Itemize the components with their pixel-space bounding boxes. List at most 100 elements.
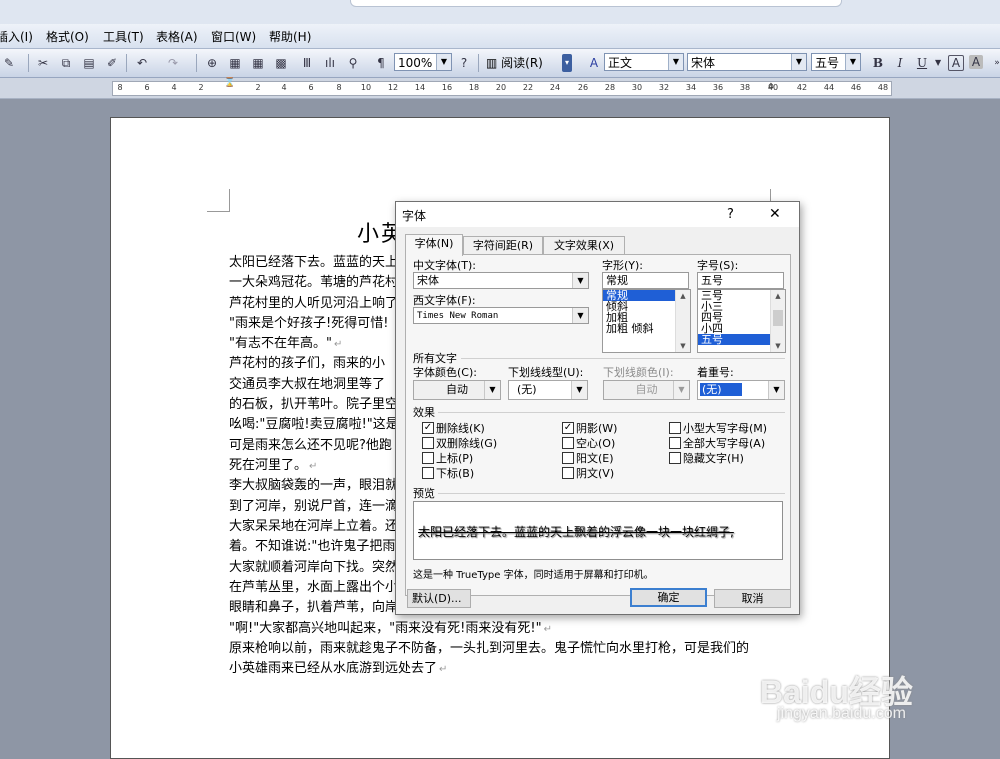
menu-tools[interactable]: 工具(T)	[103, 28, 144, 45]
baidu-watermark-url: jingyan.baidu.com	[777, 705, 906, 722]
columns-icon[interactable]: Ⅲ	[298, 54, 316, 72]
help-icon[interactable]: ?	[455, 54, 473, 72]
scroll-thumb[interactable]	[773, 310, 783, 326]
redo-icon[interactable]: ↷	[164, 54, 182, 72]
engrave-checkbox[interactable]	[562, 467, 574, 479]
underline-style-select[interactable]: (无) ▼	[508, 380, 588, 400]
undo-icon[interactable]: ↶	[133, 54, 151, 72]
west-font-select[interactable]: Times New Roman ▼	[413, 307, 589, 324]
ruler-tick-label: 42	[796, 83, 808, 92]
default-button[interactable]: 默认(D)...	[407, 589, 471, 608]
insert-excel-icon[interactable]: ▩	[272, 54, 290, 72]
horizontal-ruler[interactable]: 8 6 4 2 2 4 6 8 10 12 14 16 18 20 22 24 26 28 30 32 34 36 38 40…	[0, 78, 1000, 99]
subscript-checkbox[interactable]	[422, 467, 434, 479]
ruler-tick-label: 28	[604, 83, 616, 92]
ruler-tick-label: 44	[823, 83, 835, 92]
engrave-label: 阴文(V)	[576, 467, 615, 480]
chevron-down-icon: ▼	[484, 381, 500, 399]
ruler-tick-label: 12	[387, 83, 399, 92]
ruler-tick-label: 2	[255, 83, 261, 92]
size-list-scrollbar[interactable]: ▲ ▼	[770, 290, 785, 352]
cn-font-select[interactable]: 宋体 ▼	[413, 272, 589, 289]
styles-formatting-icon[interactable]: A	[585, 54, 603, 72]
doc-line: 一大朵鸡冠花。苇塘的芦花村	[229, 275, 399, 290]
shadow-checkbox[interactable]: ✓	[562, 422, 574, 434]
toolbar-options-icon[interactable]: ▾	[562, 54, 572, 72]
style-select[interactable]: 正文 ▼	[604, 53, 684, 71]
char-shading-button[interactable]: A	[969, 55, 983, 69]
emboss-checkbox[interactable]	[562, 452, 574, 464]
tab-char-spacing[interactable]: 字符间距(R)	[463, 236, 543, 255]
tables-borders-icon[interactable]: ▦	[226, 54, 244, 72]
cut-icon[interactable]: ✂	[34, 54, 52, 72]
ruler-tick-label: 2	[198, 83, 204, 92]
draw-icon[interactable]: ✎	[0, 54, 18, 72]
outline-checkbox[interactable]	[562, 437, 574, 449]
chevron-down-icon: ▼	[668, 54, 683, 70]
ruler-tick-label: 18	[468, 83, 480, 92]
tab-text-effects[interactable]: 文字效果(X)	[543, 236, 625, 255]
scroll-down-icon[interactable]: ▼	[676, 340, 690, 352]
strikethrough-checkbox[interactable]: ✓	[422, 422, 434, 434]
font-color-select[interactable]: 自动 ▼	[413, 380, 501, 400]
font-select[interactable]: 宋体 ▼	[687, 53, 807, 71]
size-input[interactable]: 五号	[697, 272, 784, 289]
hyperlink-icon[interactable]: ⊕	[203, 54, 221, 72]
font-dialog: 字体 ? ✕ 字体(N) 字符间距(R) 文字效果(X) 中文字体(T): 宋体…	[395, 201, 800, 615]
help-button[interactable]: ?	[727, 207, 734, 222]
zoom-select[interactable]: 100% ▼	[394, 53, 452, 71]
chevron-down-icon: ▼	[571, 381, 587, 399]
ruler-tick-label: 10	[360, 83, 372, 92]
style-list-scrollbar[interactable]: ▲ ▼	[675, 290, 690, 352]
show-hide-icon[interactable]: ¶	[372, 54, 390, 72]
ruler-tick-label: 24	[549, 83, 561, 92]
underline-button[interactable]: U	[913, 54, 931, 72]
scroll-up-icon[interactable]: ▲	[676, 290, 690, 302]
all-caps-checkbox[interactable]	[669, 437, 681, 449]
paragraph-mark-icon: ↵	[543, 624, 552, 635]
superscript-checkbox[interactable]	[422, 452, 434, 464]
emphasis-select[interactable]: (无) ▼	[697, 380, 785, 400]
underline-dropdown-icon[interactable]: ▼	[935, 54, 941, 72]
menu-insert[interactable]: 插入(I)	[0, 28, 33, 45]
copy-icon[interactable]: ⧉	[57, 54, 75, 72]
char-border-button[interactable]: A	[948, 55, 964, 71]
insert-table-icon[interactable]: ▦	[249, 54, 267, 72]
hidden-checkbox[interactable]	[669, 452, 681, 464]
scroll-up-icon[interactable]: ▲	[771, 290, 785, 302]
doc-line: "有志不在年高。" ↵	[229, 336, 343, 351]
cancel-button[interactable]: 取消	[714, 589, 791, 608]
ok-button[interactable]: 确定	[630, 588, 707, 607]
reading-layout-button[interactable]: ▥ 阅读(R)	[486, 54, 543, 72]
font-size-select[interactable]: 五号 ▼	[811, 53, 861, 71]
style-input[interactable]: 常规	[602, 272, 689, 289]
italic-button[interactable]: I	[891, 54, 909, 72]
double-strike-label: 双删除线(G)	[436, 437, 498, 450]
menu-table[interactable]: 表格(A)	[156, 28, 198, 45]
tab-font[interactable]: 字体(N)	[405, 234, 463, 256]
doc-line: "雨来是个好孩子!死得可惜!	[229, 316, 389, 331]
menu-format[interactable]: 格式(O)	[46, 28, 89, 45]
outline-label: 空心(O)	[576, 437, 616, 450]
menu-help[interactable]: 帮助(H)	[269, 28, 311, 45]
size-list[interactable]: 三号 小三 四号 小四 五号 ▲ ▼	[697, 289, 786, 353]
format-painter-icon[interactable]: ✐	[103, 54, 121, 72]
drawing-icon[interactable]: ılı	[321, 54, 339, 72]
paste-icon[interactable]: ▤	[80, 54, 98, 72]
doc-line: 可是雨来怎么还不见呢?他跑	[229, 438, 392, 453]
toolbar-more-icon[interactable]: »	[988, 54, 1000, 72]
close-icon[interactable]: ✕	[769, 206, 781, 222]
bold-button[interactable]: B	[869, 54, 887, 72]
right-indent-marker-icon[interactable]: ⌂	[768, 81, 774, 91]
scroll-down-icon[interactable]: ▼	[771, 340, 785, 352]
style-list[interactable]: 常规 倾斜 加粗 加粗 倾斜 ▲ ▼	[602, 289, 691, 353]
indent-marker-icon[interactable]: ⌛	[224, 78, 235, 88]
search-box[interactable]	[350, 0, 842, 7]
double-strike-checkbox[interactable]	[422, 437, 434, 449]
menu-window[interactable]: 窗口(W)	[211, 28, 256, 45]
small-caps-checkbox[interactable]	[669, 422, 681, 434]
dialog-titlebar[interactable]: 字体 ? ✕	[396, 202, 799, 227]
document-map-icon[interactable]: ⚲	[344, 54, 362, 72]
doc-line: 死在河里了。 ↵	[229, 458, 318, 473]
superscript-label: 上标(P)	[436, 452, 474, 465]
